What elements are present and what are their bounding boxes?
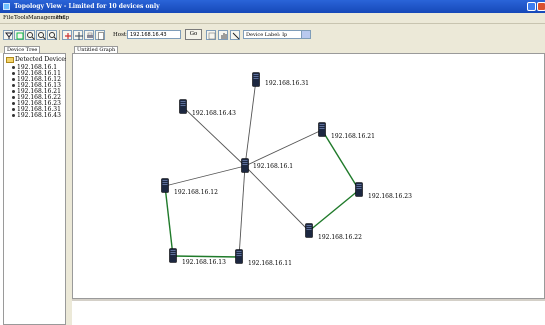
print-button[interactable] <box>84 30 94 40</box>
menu-help[interactable]: Help <box>56 15 69 21</box>
tree-item[interactable]: 192.168.16.43 <box>12 112 61 119</box>
server-icon[interactable] <box>235 249 243 264</box>
bullet-icon <box>12 114 15 117</box>
zoom-fit-button[interactable] <box>47 30 57 40</box>
node-label: 192.168.16.21 <box>331 133 375 140</box>
node-label: 192.168.16.43 <box>192 110 236 117</box>
hand-icon <box>221 33 227 39</box>
server-icon[interactable] <box>241 158 249 173</box>
toolbar-separator <box>59 30 60 40</box>
window-title: Topology View - Limited for 10 devices o… <box>14 3 160 10</box>
select-tool-button[interactable] <box>206 30 216 40</box>
app-icon <box>3 3 10 10</box>
server-icon[interactable] <box>252 72 260 87</box>
bullet-icon <box>12 72 15 75</box>
refresh-icon <box>16 32 24 40</box>
zoom-in-button[interactable] <box>25 30 35 40</box>
server-icon[interactable] <box>161 178 169 193</box>
bullet-icon <box>12 102 15 105</box>
tab-device-tree[interactable]: Device Tree <box>4 46 41 53</box>
bullet-icon <box>12 78 15 81</box>
device-label-select[interactable]: Device Label: Ip <box>243 30 311 39</box>
bullet-icon <box>12 96 15 99</box>
network-link <box>238 165 246 258</box>
move-icon <box>75 32 83 40</box>
node-label: 192.168.16.23 <box>368 193 412 200</box>
refresh-button[interactable] <box>14 30 24 40</box>
zoom-in-icon <box>27 32 35 40</box>
topology-canvas[interactable]: 192.168.16.1 192.168.16.31 192.168.16.43 19… <box>72 53 545 299</box>
server-icon[interactable] <box>355 182 363 197</box>
folder-icon <box>6 56 14 63</box>
device-label-value: Device Label: Ip <box>246 32 288 38</box>
node-label: 192.168.16.1 <box>253 163 294 170</box>
menu-tools[interactable]: Tools <box>14 15 28 21</box>
server-icon[interactable] <box>179 99 187 114</box>
network-link <box>244 165 310 232</box>
grid-button[interactable] <box>62 30 72 40</box>
tree-root[interactable]: Detected Devices <box>6 56 68 63</box>
node-label: 192.168.16.12 <box>174 189 218 196</box>
network-link <box>308 189 360 232</box>
chevron-down-icon <box>301 31 310 38</box>
server-icon[interactable] <box>305 223 313 238</box>
filter-button[interactable] <box>3 30 13 40</box>
select-icon <box>208 32 216 40</box>
zoom-fit-icon <box>49 32 57 40</box>
minimize-button[interactable] <box>527 2 536 11</box>
menu-bar: File Tools Management Help <box>0 13 545 24</box>
network-link <box>244 129 323 167</box>
zoom-out-icon <box>38 32 46 40</box>
server-icon[interactable] <box>169 248 177 263</box>
bullet-icon <box>12 108 15 111</box>
device-tree-panel: Detected Devices 192.168.16.1 192.168.16… <box>3 53 68 325</box>
filter-icon <box>5 32 13 39</box>
grid-icon <box>65 33 71 39</box>
document-icon <box>98 32 104 40</box>
tab-row: Device Tree Untitled Graph <box>0 45 545 53</box>
bullet-icon <box>12 90 15 93</box>
network-link <box>172 255 240 258</box>
tab-untitled-graph[interactable]: Untitled Graph <box>74 46 119 53</box>
toolbar: Host: 192.168.16.43 Go Device Label: Ip <box>0 24 545 46</box>
link-tool-button[interactable] <box>230 30 240 40</box>
edges-layer <box>164 79 360 258</box>
network-link <box>164 185 174 257</box>
menu-file[interactable]: File <box>3 15 14 21</box>
tree-root-label: Detected Devices <box>15 56 69 63</box>
line-icon <box>232 32 240 40</box>
bullet-icon <box>12 66 15 69</box>
host-input[interactable]: 192.168.16.43 <box>127 30 181 39</box>
host-label: Host: <box>113 32 128 38</box>
node-label: 192.168.16.22 <box>318 234 362 241</box>
document-button[interactable] <box>95 30 105 40</box>
bottom-panel <box>72 299 545 325</box>
node-label: 192.168.16.31 <box>265 80 309 87</box>
network-link <box>244 79 257 167</box>
go-button[interactable]: Go <box>185 29 202 40</box>
network-link <box>164 165 246 187</box>
print-icon <box>87 32 93 38</box>
server-icon[interactable] <box>318 122 326 137</box>
node-label: 192.168.16.13 <box>182 259 226 266</box>
move-button[interactable] <box>73 30 83 40</box>
close-button[interactable] <box>537 2 545 11</box>
zoom-out-button[interactable] <box>36 30 46 40</box>
node-label: 192.168.16.11 <box>248 260 292 267</box>
hand-tool-button[interactable] <box>218 30 228 40</box>
tree-item-label: 192.168.16.43 <box>17 112 61 119</box>
bullet-icon <box>12 84 15 87</box>
title-bar: Topology View - Limited for 10 devices o… <box>0 0 545 13</box>
